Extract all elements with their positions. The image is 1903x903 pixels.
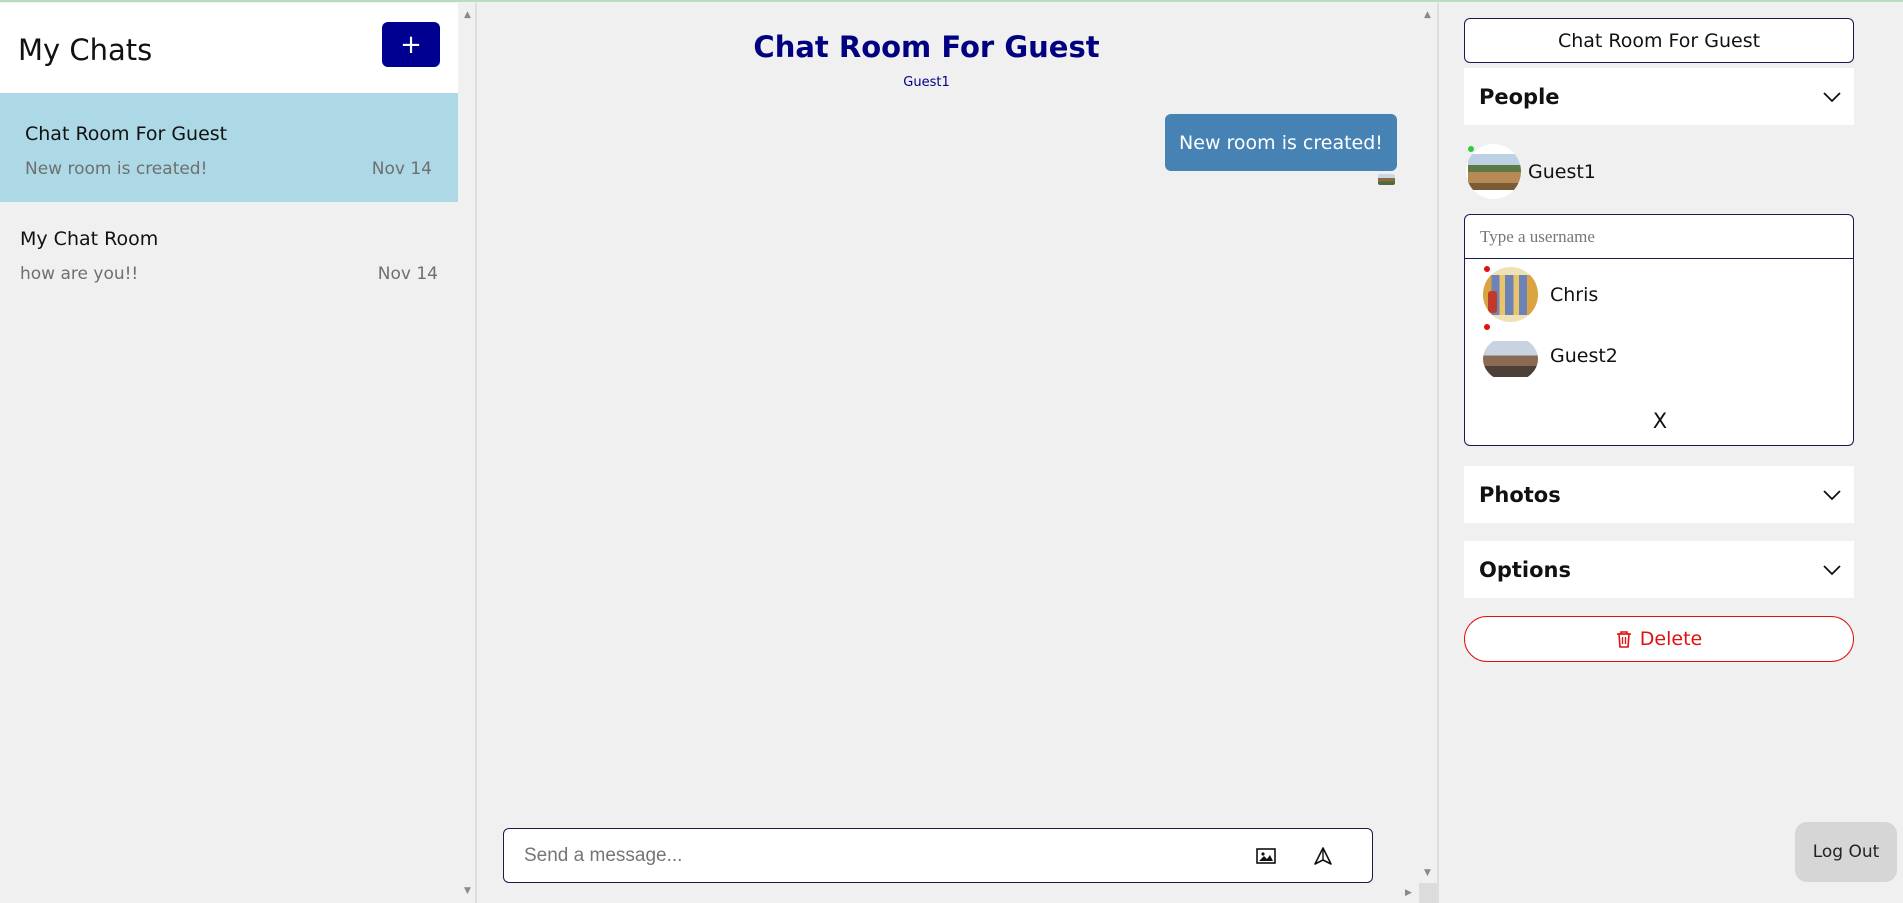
chat-list-panel: My Chats + Chat Room For Guest New room … — [0, 3, 477, 903]
user-search-results: Chris Guest2 X — [1464, 259, 1854, 446]
search-result-name: Chris — [1550, 284, 1599, 306]
send-icon[interactable] — [1310, 843, 1336, 869]
chat-item-date: Nov 14 — [371, 159, 432, 179]
chat-settings-panel: Chat Room For Guest People Guest1 Chris — [1441, 3, 1903, 903]
message-input[interactable] — [524, 841, 1204, 871]
avatar — [1466, 144, 1521, 199]
scroll-up-arrow-icon[interactable]: ▲ — [460, 7, 475, 22]
chat-item-date: Nov 14 — [377, 264, 438, 284]
people-label: People — [1479, 85, 1560, 109]
scroll-down-arrow-icon[interactable]: ▼ — [1420, 865, 1435, 880]
member-name: Guest1 — [1528, 161, 1596, 183]
new-chat-button[interactable]: + — [382, 22, 440, 67]
image-icon[interactable] — [1253, 843, 1279, 869]
chat-room-title: Chat Room For Guest — [753, 30, 1100, 64]
options-section-header[interactable]: Options — [1464, 541, 1854, 598]
chevron-down-icon — [1823, 490, 1841, 501]
chat-list-item[interactable]: My Chat Room how are you!! Nov 14 — [0, 198, 458, 307]
chat-item-preview: New room is created! — [25, 159, 208, 179]
trash-icon — [1616, 631, 1631, 648]
scroll-down-arrow-icon[interactable]: ▼ — [460, 883, 475, 898]
page-title: My Chats — [18, 33, 153, 67]
scroll-right-arrow-icon[interactable]: ▶ — [1401, 885, 1416, 900]
member-row: Guest1 — [1464, 142, 1854, 202]
read-receipt-avatar — [1378, 174, 1395, 185]
chat-item-preview: how are you!! — [20, 264, 139, 284]
message-bubble: New room is created! — [1165, 114, 1397, 171]
search-result-name: Guest2 — [1550, 345, 1618, 367]
scroll-up-arrow-icon[interactable]: ▲ — [1420, 7, 1435, 22]
logout-button[interactable]: Log Out — [1795, 822, 1897, 882]
photos-label: Photos — [1479, 483, 1561, 507]
chat-room-members: Guest1 — [903, 75, 950, 90]
username-search-input[interactable] — [1480, 225, 1840, 249]
search-result-item[interactable]: Chris — [1465, 261, 1853, 322]
people-section-header[interactable]: People — [1464, 68, 1854, 125]
avatar — [1483, 267, 1538, 322]
scrollbar-corner — [1419, 883, 1437, 903]
room-name-field[interactable]: Chat Room For Guest — [1464, 18, 1854, 63]
online-status-dot — [1468, 146, 1474, 152]
delete-label: Delete — [1639, 628, 1703, 650]
chat-list-scrollbar[interactable]: ▲ ▼ — [460, 3, 475, 903]
photos-section-header[interactable]: Photos — [1464, 466, 1854, 523]
top-accent-line — [0, 0, 1903, 2]
options-label: Options — [1479, 558, 1571, 582]
delete-chat-button[interactable]: Delete — [1464, 616, 1854, 662]
chat-feed-scrollbar[interactable]: ▲ ▼ — [1420, 3, 1435, 903]
chat-list-header: My Chats + — [0, 3, 458, 93]
chevron-down-icon — [1823, 565, 1841, 576]
message-form — [503, 828, 1373, 883]
close-results-button[interactable]: X — [1648, 409, 1672, 433]
avatar — [1483, 336, 1538, 382]
chat-item-title: My Chat Room — [20, 228, 159, 250]
chat-list-item[interactable]: Chat Room For Guest New room is created!… — [0, 93, 458, 202]
chevron-down-icon — [1823, 92, 1841, 103]
chat-item-title: Chat Room For Guest — [25, 123, 228, 145]
chat-list: My Chats + Chat Room For Guest New room … — [0, 3, 458, 903]
chat-feed-panel: Chat Room For Guest Guest1 New room is c… — [479, 3, 1439, 903]
offline-status-dot — [1484, 266, 1490, 272]
add-member-field — [1464, 214, 1854, 259]
offline-status-dot — [1484, 324, 1490, 330]
search-result-item[interactable]: Guest2 — [1465, 322, 1853, 382]
